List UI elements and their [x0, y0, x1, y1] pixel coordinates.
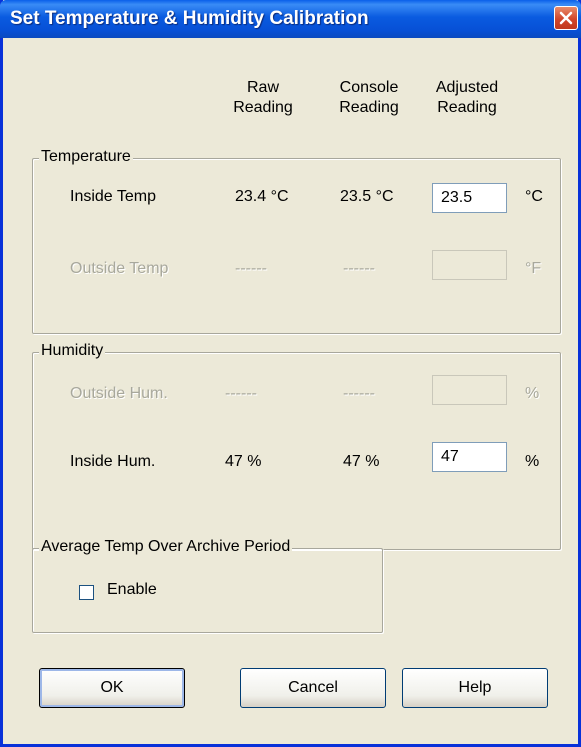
raw-header-line2: Reading	[233, 99, 293, 116]
outside-hum-adjusted-input	[432, 375, 507, 405]
raw-reading-header: Raw Reading	[213, 78, 313, 118]
inside-temp-adjusted-input[interactable]: 23.5	[432, 183, 507, 213]
outside-hum-console: ------	[343, 385, 375, 402]
outside-temp-raw: ------	[235, 260, 267, 277]
inside-temp-label: Inside Temp	[70, 188, 156, 205]
inside-hum-raw: 47 %	[225, 453, 262, 470]
calibration-dialog: Set Temperature & Humidity Calibration R…	[0, 0, 581, 747]
average-temp-legend: Average Temp Over Archive Period	[39, 538, 293, 556]
inside-hum-adjusted-input[interactable]: 47	[432, 442, 507, 472]
console-reading-header: Console Reading	[319, 78, 419, 118]
outside-hum-label: Outside Hum.	[70, 385, 168, 402]
inside-hum-label: Inside Hum.	[70, 453, 156, 470]
outside-temp-console: ------	[343, 260, 375, 277]
outside-temp-adjusted-input	[432, 250, 507, 280]
close-icon	[559, 11, 573, 25]
inside-hum-console: 47 %	[343, 453, 380, 470]
window-title: Set Temperature & Humidity Calibration	[10, 8, 369, 29]
title-bar[interactable]: Set Temperature & Humidity Calibration	[0, 0, 581, 38]
adjusted-header-line1: Adjusted	[435, 79, 499, 96]
humidity-legend: Humidity	[39, 342, 106, 360]
cancel-button[interactable]: Cancel	[240, 668, 386, 708]
raw-header-line1: Raw	[246, 79, 279, 96]
outside-hum-raw: ------	[225, 385, 257, 402]
temperature-legend: Temperature	[39, 148, 133, 166]
help-button[interactable]: Help	[402, 668, 548, 708]
console-header-line2: Reading	[339, 99, 399, 116]
adjusted-header-line2: Reading	[437, 99, 497, 116]
ok-button[interactable]: OK	[39, 668, 185, 708]
outside-hum-unit: %	[525, 385, 540, 402]
dialog-body: Raw Reading Console Reading Adjusted Rea…	[3, 38, 578, 744]
inside-temp-console: 23.5 °C	[340, 188, 394, 205]
enable-checkbox[interactable]	[79, 585, 94, 600]
inside-temp-unit: °C	[525, 188, 543, 205]
enable-label[interactable]: Enable	[107, 581, 157, 599]
outside-temp-unit: °F	[525, 260, 542, 277]
outside-temp-label: Outside Temp	[70, 260, 169, 277]
console-header-line1: Console	[339, 79, 399, 96]
inside-temp-raw: 23.4 °C	[235, 188, 289, 205]
inside-hum-unit: %	[525, 453, 540, 470]
adjusted-reading-header: Adjusted Reading	[417, 78, 517, 118]
close-button[interactable]	[554, 6, 578, 30]
